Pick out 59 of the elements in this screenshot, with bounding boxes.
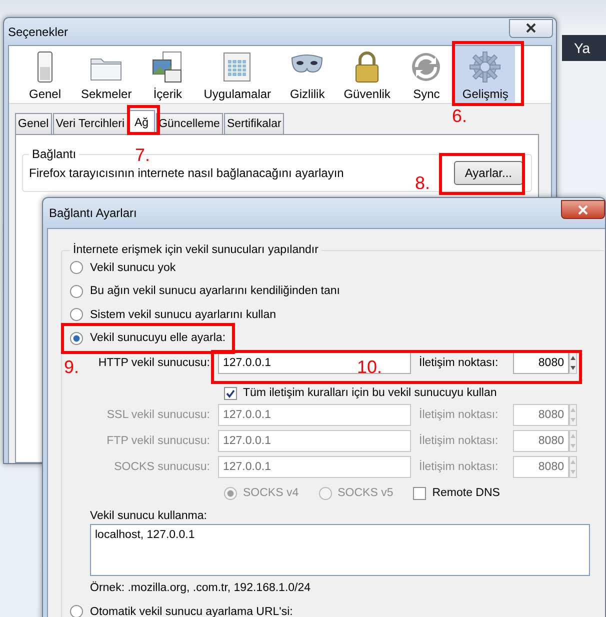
field-label: İletişim noktası: — [419, 435, 500, 447]
checkbox[interactable] — [413, 486, 426, 500]
field-label: FTP vekil sunucusu: — [106, 435, 210, 447]
option-label: Sistem vekil sunucu ayarlarını kullan — [90, 308, 276, 321]
group-title: İnternete erişmek için vekil sunucuları yapılandır — [72, 244, 320, 256]
field-label: SSL vekil sunucusu: — [106, 409, 210, 421]
close-button[interactable] — [509, 18, 553, 38]
settings-button[interactable]: Ayarlar... — [454, 161, 523, 185]
option-label: Bu ağın vekil sunucu ayarlarını kendiliğinden tanı — [90, 285, 340, 298]
toolbar-button[interactable]: İçerik — [144, 46, 192, 103]
toolbar-button[interactable]: Sekmeler — [74, 46, 139, 103]
option-label: SOCKS v4 — [243, 487, 299, 499]
field-label: İletişim noktası: — [419, 461, 500, 473]
group-title: Bağlantı — [31, 147, 78, 161]
option-label: Vekil sunucu yok — [90, 262, 176, 274]
gear-icon — [468, 50, 502, 84]
field-label: İletişim noktası: — [419, 357, 500, 369]
tab[interactable]: Güncelleme — [156, 113, 223, 134]
option-label: SOCKS v5 — [338, 487, 394, 499]
field-label: Vekil sunucu kullanma: — [90, 510, 208, 522]
close-icon — [578, 204, 588, 214]
radio-button[interactable] — [70, 605, 83, 617]
toolbar-button[interactable]: Gizlilik — [283, 46, 332, 103]
window-title: Seçenekler — [8, 24, 68, 38]
tab[interactable]: Genel — [15, 113, 52, 134]
tab[interactable]: Veri Tercihleri — [52, 113, 128, 134]
tab[interactable]: Sertifikalar — [224, 113, 284, 134]
radio-button[interactable] — [70, 332, 83, 345]
checkbox-label: Remote DNS — [432, 487, 500, 499]
annotation-number: 6. — [452, 106, 468, 127]
option-label: Vekil sunucuyu elle ayarla: — [90, 332, 226, 344]
checkbox-label: Tüm iletişim kuralları için bu vekil sunucuyu kullan — [243, 387, 497, 399]
toolbar-button[interactable]: Güvenlik — [336, 46, 398, 103]
annotation-number: 8. — [415, 173, 430, 194]
radio-button[interactable] — [70, 308, 83, 322]
option-label: Otomatik vekil sunucu ayarlama URL'si: — [90, 606, 293, 617]
radio-button[interactable] — [70, 284, 83, 298]
toolbar-button[interactable]: Sync — [402, 46, 450, 103]
close-button[interactable] — [561, 200, 605, 219]
hint-text: Örnek: .mozilla.org, .com.tr, 192.168.1.0/24 — [90, 582, 312, 596]
annotation-box — [127, 105, 160, 135]
close-icon — [526, 23, 536, 33]
annotation-number: 9. — [64, 357, 80, 378]
window-title: Bağlantı Ayarları — [49, 206, 137, 220]
toolbar-button[interactable]: Uygulamalar — [196, 46, 278, 103]
spinner-control[interactable] — [569, 352, 577, 374]
toolbar-button[interactable]: Genel — [21, 46, 69, 103]
browser-tab[interactable]: Ya — [562, 35, 606, 61]
no-proxy-field[interactable]: localhost, 127.0.0.1 — [90, 524, 590, 576]
field-label: İletişim noktası: — [419, 409, 500, 421]
description-text: Firefox tarayıcısının internete nasıl bağlanacağını ayarlayın — [29, 166, 344, 180]
checkbox[interactable] — [224, 386, 237, 400]
toolbar-button[interactable]: Gelişmiş — [455, 46, 516, 103]
radio-button[interactable] — [70, 261, 83, 274]
annotation-box — [452, 41, 524, 106]
port-field[interactable]: 8080 — [513, 352, 569, 374]
annotation-number: 7. — [135, 145, 150, 166]
field-label: HTTP vekil sunucusu: — [97, 357, 210, 369]
field-label: SOCKS sunucusu: — [113, 461, 210, 473]
